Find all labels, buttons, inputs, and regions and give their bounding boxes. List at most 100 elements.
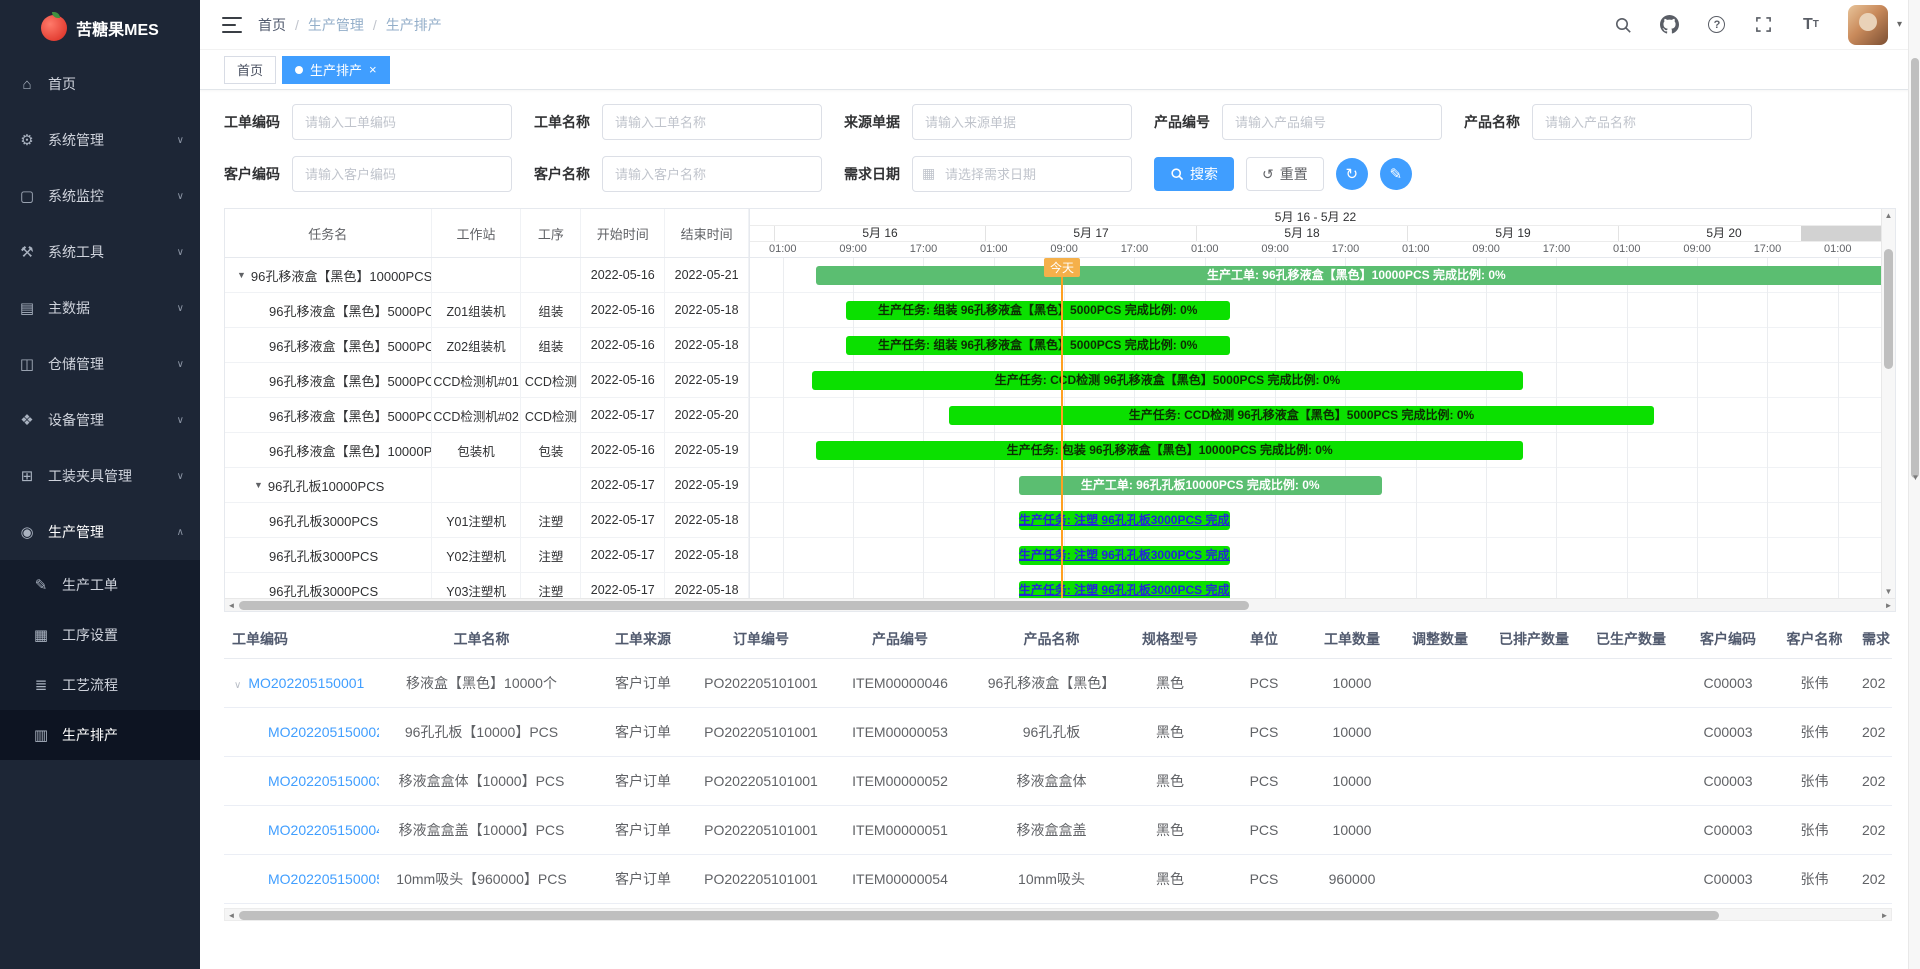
tools-icon: ⚒ [16, 243, 38, 261]
sidebar-item-master-data[interactable]: ▤主数据∨ [0, 280, 200, 336]
sidebar-item-system-admin[interactable]: ⚙系统管理∨ [0, 112, 200, 168]
scroll-down-icon[interactable]: ▼ [1882, 585, 1895, 598]
sidebar-item-label: 生产工单 [62, 575, 200, 595]
work-order-link[interactable]: MO202205150002 [268, 724, 379, 740]
fullscreen-icon[interactable] [1754, 15, 1774, 35]
row-expand-icon[interactable]: ∨ [234, 680, 241, 691]
sidebar-item-home[interactable]: ⌂首页 [0, 56, 200, 112]
breadcrumb: 首页/生产管理/生产排产 [258, 15, 442, 35]
filter-input-demand-date[interactable] [912, 156, 1132, 192]
filter-input-product-name[interactable] [1532, 104, 1752, 140]
help-icon[interactable]: ? [1707, 15, 1727, 35]
gantt-vertical-scrollbar[interactable]: ▲ ▼ [1881, 209, 1895, 598]
gantt-bar[interactable]: 生产任务: 注塑 96孔孔板3000PCS 完成比例: 0% [1019, 581, 1230, 598]
tab-首页[interactable]: 首页 [224, 56, 276, 84]
sidebar-item-process-flow[interactable]: ≣工艺流程 [0, 660, 200, 710]
scroll-right-icon[interactable]: ► [1878, 909, 1891, 922]
gantt-hscroll-thumb[interactable] [239, 601, 1249, 610]
orders-cell-item_no: ITEM00000051 [820, 805, 980, 854]
gantt-task-name: 96孔移液盒【黑色】5000PCS [225, 363, 432, 397]
gantt-bar[interactable]: 生产工单: 96孔孔板10000PCS 完成比例: 0% [1019, 476, 1382, 495]
filter-input-source-doc[interactable] [912, 104, 1132, 140]
sidebar-item-production[interactable]: ◉生产管理∧ [0, 504, 200, 560]
reset-button[interactable]: ↺ 重置 [1246, 157, 1324, 191]
filter-input-customer-name[interactable] [602, 156, 822, 192]
sidebar-item-system-monitor[interactable]: ▢系统监控∨ [0, 168, 200, 224]
chevron-down-icon: ∨ [177, 415, 184, 426]
gantt-bar[interactable]: 生产任务: 组装 96孔移液盒【黑色】5000PCS 完成比例: 0% [846, 301, 1230, 320]
sidebar-item-warehouse[interactable]: ◫仓储管理∨ [0, 336, 200, 392]
gantt-bar[interactable]: 生产任务: 注塑 96孔孔板3000PCS 完成比例: 0% [1019, 546, 1230, 565]
avatar-dropdown-caret[interactable]: ▾ [1897, 19, 1902, 30]
orders-column-header: 工单数量 [1311, 620, 1393, 658]
sidebar-item-process-setting[interactable]: ▦工序设置 [0, 610, 200, 660]
breadcrumb-item[interactable]: 生产管理 [308, 15, 364, 35]
scroll-left-icon[interactable]: ◄ [225, 909, 238, 922]
tab-生产排产[interactable]: 生产排产× [282, 56, 390, 84]
orders-horizontal-scrollbar[interactable]: ◄ ► [224, 908, 1892, 921]
filter-input-work-order-code[interactable] [292, 104, 512, 140]
scroll-left-icon[interactable]: ◄ [225, 599, 238, 612]
edit-button[interactable]: ✎ [1380, 158, 1412, 190]
gantt-vscroll-thumb[interactable] [1884, 249, 1893, 369]
font-size-icon[interactable]: TT [1801, 15, 1821, 35]
gantt-bar[interactable]: 生产任务: CCD检测 96孔移液盒【黑色】5000PCS 完成比例: 0% [949, 406, 1654, 425]
scroll-up-icon[interactable]: ▲ [1882, 209, 1895, 222]
tab-label: 首页 [237, 60, 263, 79]
filter-input-customer-code[interactable] [292, 156, 512, 192]
search-button[interactable]: 搜索 [1154, 157, 1234, 191]
gantt-task-station: Z02组装机 [432, 328, 522, 362]
gantt-hour-label: 01:00 [769, 242, 797, 257]
gantt-horizontal-scrollbar[interactable]: ◄ ► [225, 598, 1895, 611]
chevron-down-icon: ∨ [177, 303, 184, 314]
orders-cell-unit: PCS [1217, 756, 1311, 805]
filter-group-work-order-code: 工单编码 [224, 104, 512, 140]
page-vertical-scrollbar[interactable]: ▼ [1908, 0, 1920, 969]
gantt-bar[interactable]: 生产任务: 包装 96孔移液盒【黑色】10000PCS 完成比例: 0% [816, 441, 1523, 460]
work-order-link[interactable]: MO202205150003 [268, 773, 379, 789]
filter-group-work-order-name: 工单名称 [534, 104, 822, 140]
work-order-link[interactable]: MO202205150001 [248, 675, 364, 691]
page-vscroll-thumb[interactable] [1911, 58, 1919, 478]
gantt-bar[interactable]: 生产任务: CCD检测 96孔移液盒【黑色】5000PCS 完成比例: 0% [812, 371, 1523, 390]
filter-input-work-order-name[interactable] [602, 104, 822, 140]
orders-cell-unit: PCS [1217, 805, 1311, 854]
sidebar-item-production-schedule[interactable]: ▥生产排产 [0, 710, 200, 760]
orders-cell-order_no: PO202205101001 [702, 854, 820, 903]
sidebar-item-fixture[interactable]: ⊞工装夹具管理∨ [0, 448, 200, 504]
work-order-link[interactable]: MO202205150005 [268, 871, 379, 887]
scroll-right-icon[interactable]: ► [1882, 599, 1895, 612]
main-area: 首页/生产管理/生产排产 ? TT ▾ 首页生产排产× 工单编码工单名称来源单据… [200, 0, 1920, 921]
tab-close-icon[interactable]: × [369, 63, 377, 76]
user-avatar[interactable] [1848, 5, 1888, 45]
sidebar-item-equipment[interactable]: ❖设备管理∨ [0, 392, 200, 448]
gantt-bar[interactable]: 生产任务: 注塑 96孔孔板3000PCS 完成比例: 0% [1019, 511, 1230, 530]
scroll-down-icon[interactable]: ▼ [1909, 471, 1920, 484]
sidebar-item-label: 设备管理 [48, 410, 177, 430]
github-icon[interactable] [1660, 15, 1680, 35]
breadcrumb-separator: / [373, 17, 377, 33]
work-order-link[interactable]: MO202205150004 [268, 822, 379, 838]
gantt-task-start: 2022-05-16 [581, 258, 665, 292]
filter-input-product-code[interactable] [1222, 104, 1442, 140]
search-icon[interactable] [1613, 15, 1633, 35]
table-row: MO202205150004移液盒盒盖【10000】PCS客户订单PO20220… [224, 805, 1892, 854]
chevron-down-icon: ∨ [177, 247, 184, 258]
sidebar-item-system-tools[interactable]: ⚒系统工具∨ [0, 224, 200, 280]
gantt-task-name: 96孔移液盒【黑色】5000PCS [225, 398, 432, 432]
tree-expand-icon[interactable]: ▼ [237, 270, 246, 280]
gantt-day-label: 5月 16 [774, 226, 985, 241]
orders-cell-product: 96孔移液盒【黑色】 [980, 658, 1123, 707]
refresh-button[interactable]: ↻ [1336, 158, 1368, 190]
orders-hscroll-thumb[interactable] [239, 911, 1719, 920]
sidebar-toggle-icon[interactable] [222, 17, 242, 33]
gantt-bar[interactable]: 生产工单: 96孔移液盒【黑色】10000PCS 完成比例: 0% [816, 266, 1881, 285]
gantt-bar[interactable]: 生产任务: 组装 96孔移液盒【黑色】5000PCS 完成比例: 0% [846, 336, 1230, 355]
breadcrumb-item[interactable]: 首页 [258, 15, 286, 35]
sidebar-item-production-order[interactable]: ✎生产工单 [0, 560, 200, 610]
gantt-task-process [521, 258, 581, 292]
filter-group-customer-code: 客户编码 [224, 156, 512, 192]
chevron-down-icon: ∨ [177, 191, 184, 202]
tree-expand-icon[interactable]: ▼ [254, 480, 263, 490]
orders-cell-produced_qty [1581, 854, 1681, 903]
